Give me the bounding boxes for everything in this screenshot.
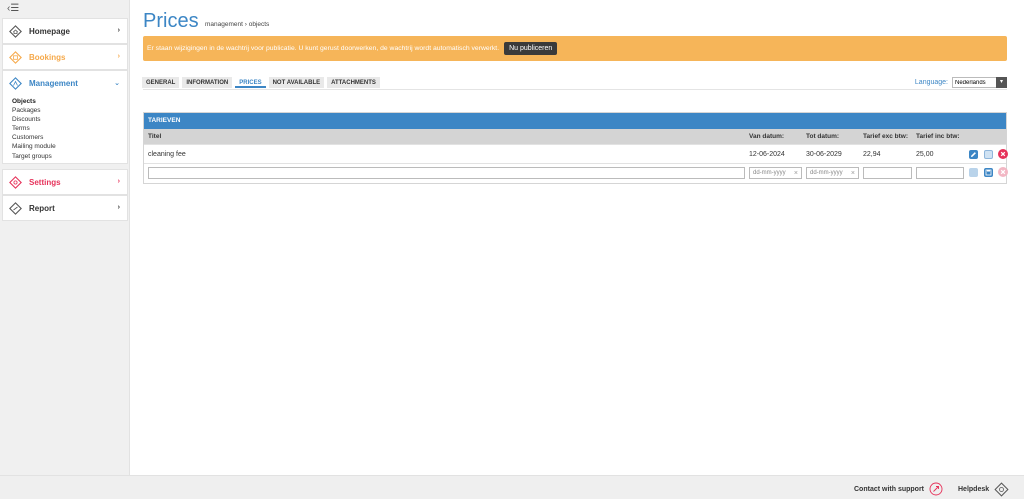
language-selector: Language: Nederlands ▾ [915, 77, 1007, 88]
publish-queue-banner: Er staan wijzigingen in de wachtrij voor… [143, 36, 1007, 61]
breadcrumb: management › objects [205, 21, 270, 28]
column-header-tarief-inc: Tarief inc btw: [916, 133, 960, 140]
edit-disabled-icon [969, 168, 978, 177]
management-submenu: Objects Packages Discounts Terms Custome… [3, 95, 127, 168]
sidebar-item-homepage[interactable]: Homepage › [2, 18, 128, 44]
sidebar: ‹☰ Homepage › Bookings › Management ⌄ Ob… [0, 0, 130, 475]
clear-icon[interactable]: × [794, 170, 798, 177]
cell-tot-datum: 30-06-2029 [806, 150, 842, 158]
cell-van-datum: 12-06-2024 [749, 150, 785, 158]
sidebar-item-report[interactable]: Report › [2, 195, 128, 221]
submenu-item-packages[interactable]: Packages [12, 106, 127, 115]
sidebar-item-settings[interactable]: Settings › [2, 169, 128, 195]
sidebar-label-bookings: Bookings [29, 52, 66, 62]
edit-icon[interactable] [969, 150, 978, 159]
helpdesk-label: Helpdesk [958, 486, 990, 493]
report-diamond-icon [8, 201, 22, 215]
contact-support-label: Contact with support [854, 485, 924, 493]
clear-icon[interactable]: × [851, 170, 855, 177]
column-header-tot-datum: Tot datum: [806, 133, 840, 140]
column-header-tarief-exc: Tarief exc btw: [863, 133, 909, 140]
cell-tarief-inc: 25,00 [916, 150, 934, 158]
date-placeholder: dd-mm-yyyy [753, 170, 786, 176]
chevron-right-icon: › [117, 178, 120, 185]
new-titel-input[interactable] [148, 167, 745, 179]
chevron-right-icon: › [117, 204, 120, 211]
page-title: Prices [143, 10, 199, 32]
submenu-item-customers[interactable]: Customers [12, 133, 127, 142]
tab-attachments[interactable]: ATTACHMENTS [327, 77, 380, 88]
helpdesk-diamond-icon [994, 482, 1009, 497]
submenu-item-objects[interactable]: Objects [12, 97, 127, 106]
tab-not-available[interactable]: NOT AVAILABLE [268, 77, 325, 88]
chevron-down-icon: ⌄ [114, 80, 120, 87]
delete-icon[interactable] [998, 149, 1008, 159]
dropdown-arrow-icon: ▾ [996, 77, 1007, 88]
cell-titel: cleaning fee [148, 150, 186, 158]
column-header-van-datum: Van datum: [749, 133, 785, 140]
bookings-diamond-icon [8, 50, 22, 64]
collapse-menu-icon[interactable]: ‹☰ [7, 4, 21, 14]
home-diamond-icon [8, 24, 22, 38]
contact-support-link[interactable]: Contact with support [854, 482, 943, 496]
date-placeholder: dd-mm-yyyy [810, 170, 843, 176]
submenu-item-mailing-module[interactable]: Mailing module [12, 142, 127, 151]
cell-tarief-exc: 22,94 [863, 150, 881, 158]
tab-bar: GENERAL INFORMATION PRICES NOT AVAILABLE… [142, 77, 380, 88]
language-dropdown[interactable]: Nederlands ▾ [952, 77, 1007, 88]
new-tarief-exc-input[interactable] [863, 167, 912, 179]
submenu-item-discounts[interactable]: Discounts [12, 115, 127, 124]
rates-panel: TARIEVEN Titel Van datum: Tot datum: Tar… [143, 112, 1008, 184]
tab-prices[interactable]: PRICES [235, 77, 266, 88]
new-tarief-inc-input[interactable] [916, 167, 964, 179]
table-header-row: Titel Van datum: Tot datum: Tarief exc b… [144, 129, 1006, 145]
helpdesk-link[interactable]: Helpdesk [958, 482, 1009, 497]
language-label: Language: [914, 79, 948, 86]
sidebar-label-settings: Settings [29, 177, 61, 187]
publish-now-button[interactable]: Nu publiceren [504, 42, 558, 55]
submenu-item-terms[interactable]: Terms [12, 124, 127, 133]
save-icon[interactable] [984, 168, 993, 177]
settings-diamond-icon [8, 175, 22, 189]
sidebar-label-report: Report [29, 203, 55, 213]
management-diamond-icon [8, 76, 22, 90]
sidebar-item-bookings[interactable]: Bookings › [2, 44, 128, 70]
new-rate-row: dd-mm-yyyy × dd-mm-yyyy × [144, 164, 1008, 182]
panel-title: TARIEVEN [144, 113, 1006, 129]
sidebar-label-management: Management [29, 78, 78, 88]
table-row: cleaning fee 12-06-2024 30-06-2029 22,94… [144, 145, 1008, 164]
tab-information[interactable]: INFORMATION [182, 77, 233, 88]
footer-bar: Contact with support Helpdesk [0, 475, 1024, 499]
sidebar-label-homepage: Homepage [29, 26, 70, 36]
new-tot-datum-input[interactable]: dd-mm-yyyy × [806, 167, 859, 179]
main-content: Prices management › objects Er staan wij… [130, 0, 1024, 475]
banner-text: Er staan wijzigingen in de wachtrij voor… [147, 45, 500, 52]
chevron-right-icon: › [117, 53, 120, 60]
delete-disabled-icon [998, 167, 1008, 177]
chevron-right-icon: › [117, 27, 120, 34]
tab-general[interactable]: GENERAL [142, 77, 180, 88]
support-rocket-icon [929, 482, 943, 496]
sidebar-item-management[interactable]: Management ⌄ Objects Packages Discounts … [2, 70, 128, 164]
column-header-titel: Titel [148, 133, 162, 140]
tabs-divider [143, 89, 1007, 90]
save-icon[interactable] [984, 150, 993, 159]
submenu-item-target-groups[interactable]: Target groups [12, 152, 127, 161]
new-van-datum-input[interactable]: dd-mm-yyyy × [749, 167, 802, 179]
